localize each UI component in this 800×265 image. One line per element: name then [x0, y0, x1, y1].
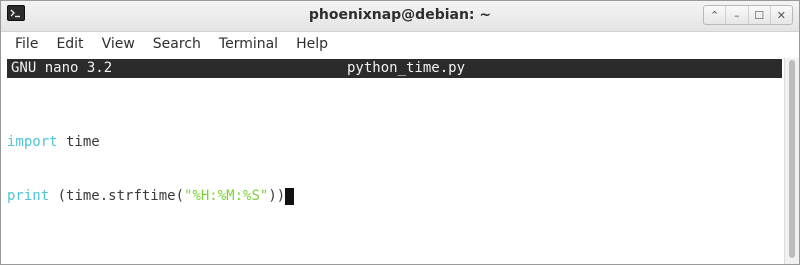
menu-terminal[interactable]: Terminal	[219, 36, 278, 52]
close-icon[interactable]: ✕	[771, 6, 792, 24]
scrollbar-thumb[interactable]	[789, 60, 795, 258]
code-editor[interactable]: import time print (time.strftime("%H:%M:…	[7, 97, 295, 241]
nano-version: GNU nano 3.2	[11, 60, 113, 76]
code-string-literal: "%H:%M:%S"	[184, 188, 269, 204]
window-title: phoenixnap@debian: ~	[308, 7, 492, 23]
menu-edit[interactable]: Edit	[56, 36, 83, 52]
title-bar[interactable]: phoenixnap@debian: ~ ⌃ – ☐ ✕	[1, 1, 799, 32]
menu-bar: File Edit View Search Terminal Help	[1, 32, 799, 56]
text-cursor	[285, 187, 295, 205]
minimize-icon[interactable]: –	[726, 6, 749, 24]
code-keyword-import: import	[7, 134, 58, 150]
menu-search[interactable]: Search	[153, 36, 201, 52]
maximize-icon[interactable]: ☐	[749, 6, 771, 24]
code-keyword-print: print	[7, 188, 50, 204]
code-line-2: print (time.strftime("%H:%M:%S"))	[7, 187, 295, 205]
terminal-window: phoenixnap@debian: ~ ⌃ – ☐ ✕ File Edit V…	[0, 0, 800, 265]
menu-help[interactable]: Help	[296, 36, 328, 52]
code-text: ))	[268, 188, 286, 204]
code-text: (time.strftime(	[49, 188, 185, 204]
vertical-scrollbar[interactable]	[784, 58, 799, 264]
nano-header-bar: GNU nano 3.2 python_time.py	[7, 59, 782, 78]
menu-view[interactable]: View	[102, 36, 135, 52]
window-controls: ⌃ – ☐ ✕	[703, 5, 793, 25]
menu-file[interactable]: File	[15, 36, 38, 52]
code-line-1: import time	[7, 133, 294, 151]
terminal-area[interactable]: GNU nano 3.2 python_time.py import time …	[1, 58, 799, 264]
code-text: time	[57, 134, 100, 150]
nano-filename: python_time.py	[347, 60, 466, 76]
chevron-up-icon[interactable]: ⌃	[704, 6, 727, 24]
